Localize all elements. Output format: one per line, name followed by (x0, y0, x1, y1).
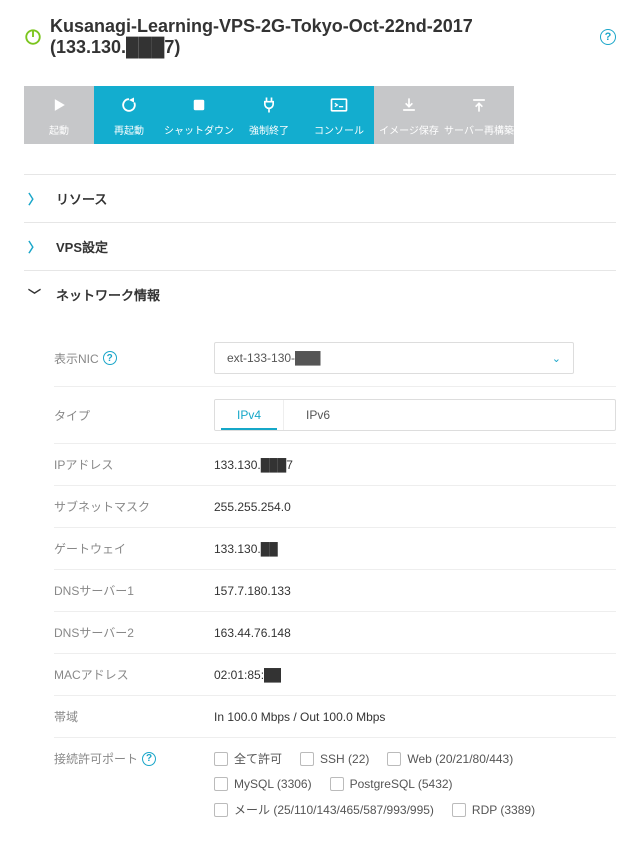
rebuild-button[interactable]: サーバー再構築 (444, 86, 514, 144)
console-label: コンソール (314, 122, 364, 137)
force-stop-button[interactable]: 強制終了 (234, 86, 304, 144)
console-button[interactable]: コンソール (304, 86, 374, 144)
checkbox-icon (330, 777, 344, 791)
gateway-label: ゲートウェイ (54, 540, 214, 557)
restart-label: 再起動 (114, 122, 144, 137)
subnet-label: サブネットマスク (54, 498, 214, 515)
download-icon (398, 94, 420, 116)
start-label: 起動 (49, 122, 69, 137)
checkbox-icon (452, 803, 466, 817)
help-icon[interactable]: ? (142, 752, 156, 766)
nic-select[interactable]: ext-133-130-███ ⌄ (214, 342, 574, 374)
force-label: 強制終了 (249, 122, 289, 137)
checkbox-icon (387, 752, 401, 766)
checkbox-icon (214, 752, 228, 766)
restart-button[interactable]: 再起動 (94, 86, 164, 144)
start-button[interactable]: 起動 (24, 86, 94, 144)
bandwidth-value: In 100.0 Mbps / Out 100.0 Mbps (214, 710, 616, 724)
action-toolbar: 起動 再起動 シャットダウン 強制終了 コンソール イメージ保存 サーバー再構築 (24, 86, 616, 144)
accordion-network[interactable]: ﹀ ネットワーク情報 (24, 270, 616, 318)
accordion-network-label: ネットワーク情報 (56, 285, 160, 304)
bandwidth-label: 帯域 (54, 708, 214, 725)
refresh-icon (118, 94, 140, 116)
page-title: Kusanagi-Learning-VPS-2G-Tokyo-Oct-22nd-… (50, 16, 592, 58)
shutdown-label: シャットダウン (164, 122, 234, 137)
tab-ipv4[interactable]: IPv4 (215, 400, 283, 430)
ports-label: 接続許可ポート ? (54, 750, 214, 767)
port-label: メール (25/110/143/465/587/993/995) (234, 801, 434, 818)
dns1-label: DNSサーバー1 (54, 582, 214, 599)
power-icon (24, 28, 42, 46)
network-panel: 表示NIC ? ext-133-130-███ ⌄ タイプ IPv4 IPv6 … (24, 318, 616, 830)
gateway-value: 133.130.██ (214, 542, 616, 556)
page-title-row: Kusanagi-Learning-VPS-2G-Tokyo-Oct-22nd-… (24, 16, 616, 58)
ip-label: IPアドレス (54, 456, 214, 473)
port-label: SSH (22) (320, 752, 369, 766)
accordion-resource[interactable]: 〉 リソース (24, 174, 616, 222)
checkbox-icon (214, 803, 228, 817)
upload-icon (468, 94, 490, 116)
play-icon (48, 94, 70, 116)
chevron-right-icon: 〉 (28, 189, 38, 208)
port-label: MySQL (3306) (234, 777, 312, 791)
port-checkbox[interactable]: SSH (22) (300, 750, 369, 767)
accordion-vps[interactable]: 〉 VPS設定 (24, 222, 616, 270)
nic-selected-value: ext-133-130-███ (227, 351, 321, 365)
stop-icon (188, 94, 210, 116)
port-checkbox[interactable]: メール (25/110/143/465/587/993/995) (214, 801, 434, 818)
tab-ipv6[interactable]: IPv6 (283, 400, 352, 430)
port-checkbox[interactable]: 全て許可 (214, 750, 282, 767)
dns2-value: 163.44.76.148 (214, 626, 616, 640)
chevron-down-icon: ⌄ (552, 352, 561, 365)
ip-value: 133.130.███7 (214, 458, 616, 472)
terminal-icon (328, 94, 350, 116)
dns1-value: 157.7.180.133 (214, 584, 616, 598)
port-label: PostgreSQL (5432) (350, 777, 453, 791)
help-icon[interactable]: ? (103, 351, 117, 365)
type-label: タイプ (54, 407, 214, 424)
port-checkbox[interactable]: PostgreSQL (5432) (330, 777, 453, 791)
plug-icon (258, 94, 280, 116)
chevron-right-icon: 〉 (28, 237, 38, 256)
mac-value: 02:01:85:██ (214, 668, 616, 682)
checkbox-icon (300, 752, 314, 766)
mac-label: MACアドレス (54, 666, 214, 683)
chevron-down-icon: ﹀ (28, 285, 38, 304)
accordion-resource-label: リソース (56, 189, 107, 208)
port-label: Web (20/21/80/443) (407, 752, 513, 766)
checkbox-icon (214, 777, 228, 791)
ip-type-tabs: IPv4 IPv6 (214, 399, 616, 431)
rebuild-label: サーバー再構築 (444, 122, 514, 137)
shutdown-button[interactable]: シャットダウン (164, 86, 234, 144)
port-checkbox[interactable]: RDP (3389) (452, 801, 535, 818)
port-checkbox[interactable]: Web (20/21/80/443) (387, 750, 513, 767)
dns2-label: DNSサーバー2 (54, 624, 214, 641)
snapshot-label: イメージ保存 (379, 122, 439, 137)
port-label: RDP (3389) (472, 803, 535, 817)
accordion-vps-label: VPS設定 (56, 237, 108, 256)
port-label: 全て許可 (234, 750, 282, 767)
nic-label: 表示NIC ? (54, 350, 214, 367)
help-icon[interactable]: ? (600, 29, 616, 45)
subnet-value: 255.255.254.0 (214, 500, 616, 514)
ports-list: 全て許可 SSH (22) Web (20/21/80/443) MySQL (330… (214, 750, 616, 818)
port-checkbox[interactable]: MySQL (3306) (214, 777, 312, 791)
snapshot-button[interactable]: イメージ保存 (374, 86, 444, 144)
